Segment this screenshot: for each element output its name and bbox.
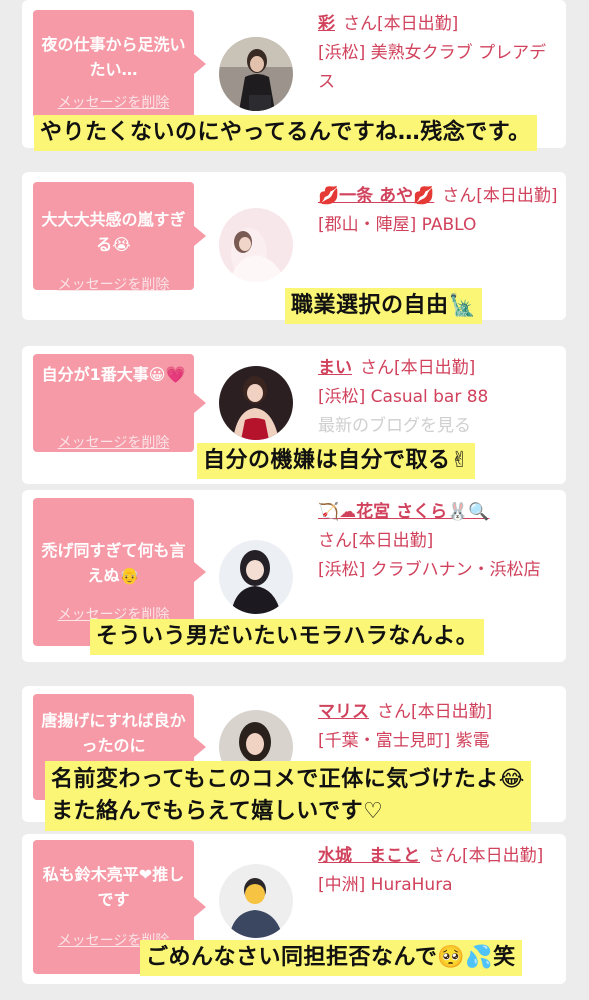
avatar[interactable]: [219, 540, 293, 614]
cast-status: さん[本日出勤]: [360, 358, 476, 378]
cast-status: さん[本日出勤]: [377, 702, 493, 722]
message-text: 私も鈴木亮平❤推しです: [42, 865, 185, 909]
cast-status: さん[本日出勤]: [428, 846, 544, 866]
cast-info: 🏹☁花宮 さくら🐰🔍 さん[本日出勤] [浜松] クラブハナン・浜松店: [318, 498, 558, 585]
cast-name-link[interactable]: まい: [318, 358, 352, 378]
cast-info: マリス さん[本日出勤] [千葉・富士見町] 紫電: [318, 698, 558, 756]
message-bubble: 自分が1番大事😀💗 メッセージを削除: [33, 354, 206, 452]
shop-info: [中洲] HuraHura: [318, 875, 453, 895]
message-card: 禿げ同すぎて何も言えぬ👴 メッセージを削除 🏹☁花宮 さくら🐰🔍 さん[本日出勤…: [22, 490, 566, 662]
message-bubble: 夜の仕事から足洗いたい… メッセージを削除: [33, 10, 206, 118]
message-text: 夜の仕事から足洗いたい…: [41, 35, 186, 79]
message-bubble: 大大大共感の嵐すぎる😭 メッセージを削除: [33, 182, 206, 293]
message-card: 唐揚げにすれば良かったのに マリス さん[本日出勤] [千葉・富士見町] 紫電 名…: [22, 686, 566, 831]
shop-info: [浜松] 美熟女クラブ プレアデス: [318, 43, 547, 92]
shop-info: [浜松] クラブハナン・浜松店: [318, 560, 541, 580]
caption-overlay: そういう男だいたいモラハラなんよ。: [90, 619, 485, 655]
message-card: 夜の仕事から足洗いたい… メッセージを削除 彩さん[本日出勤] [浜松] 美熟女…: [22, 0, 566, 151]
cast-info: まい さん[本日出勤] [浜松] Casual bar 88 最新のブログを見る: [318, 354, 558, 441]
latest-blog-link[interactable]: 最新のブログを見る: [318, 412, 558, 441]
cast-name-link[interactable]: 🏹☁花宮 さくら🐰🔍: [318, 502, 489, 522]
caption-overlay: 職業選択の自由🗽: [285, 288, 483, 324]
delete-message-link[interactable]: メッセージを削除: [33, 432, 194, 452]
cast-status: さん[本日出勤]: [343, 14, 459, 34]
delete-message-link[interactable]: メッセージを削除: [33, 92, 194, 112]
message-card: 大大大共感の嵐すぎる😭 メッセージを削除 💋一条 あや💋 さん[本日出勤] [郡山…: [22, 172, 566, 324]
shop-info: [郡山・陣屋] PABLO: [318, 215, 477, 235]
cast-name-link[interactable]: 彩: [318, 14, 335, 34]
avatar[interactable]: [219, 37, 293, 111]
shop-info: [浜松] Casual bar 88: [318, 387, 489, 407]
cast-name-link[interactable]: マリス: [318, 702, 369, 722]
message-text: 自分が1番大事😀💗: [41, 365, 186, 384]
shop-info: [千葉・富士見町] 紫電: [318, 731, 490, 751]
caption-overlay: 名前変わってもこのコメで正体に気づけたよ😂 また絡んでもらえて嬉しいです♡: [45, 761, 532, 831]
delete-message-link[interactable]: メッセージを削除: [33, 274, 194, 294]
avatar[interactable]: [219, 208, 293, 282]
caption-overlay: 自分の機嫌は自分で取る✌: [197, 443, 476, 479]
cast-status: さん[本日出勤]: [318, 531, 434, 551]
caption-overlay: ごめんなさい同担拒否なんで🥺💦笑: [140, 940, 522, 976]
message-text: 大大大共感の嵐すぎる😭: [41, 210, 186, 254]
avatar[interactable]: [219, 366, 293, 440]
message-text: 禿げ同すぎて何も言えぬ👴: [41, 541, 186, 585]
caption-line: 名前変わってもこのコメで正体に気づけたよ😂: [51, 767, 526, 792]
caption-line: また絡んでもらえて嬉しいです♡: [51, 799, 384, 824]
cast-info: 💋一条 あや💋 さん[本日出勤] [郡山・陣屋] PABLO: [318, 182, 558, 240]
message-card: 自分が1番大事😀💗 メッセージを削除 まい さん[本日出勤] [浜松] Casua…: [22, 346, 566, 484]
message-card: 私も鈴木亮平❤推しです メッセージを削除 水城 まこと さん[本日出勤] [中洲]…: [22, 834, 566, 984]
cast-name-link[interactable]: 💋一条 あや💋: [318, 186, 434, 206]
cast-info: 水城 まこと さん[本日出勤] [中洲] HuraHura: [318, 842, 558, 900]
cast-status: さん[本日出勤]: [442, 186, 558, 206]
cast-name-link[interactable]: 水城 まこと: [318, 846, 420, 866]
cast-info: 彩さん[本日出勤] [浜松] 美熟女クラブ プレアデス: [318, 10, 558, 97]
message-text: 唐揚げにすれば良かったのに: [41, 711, 186, 755]
caption-overlay: やりたくないのにやってるんですね…残念です。: [34, 115, 537, 151]
avatar[interactable]: [219, 864, 293, 938]
